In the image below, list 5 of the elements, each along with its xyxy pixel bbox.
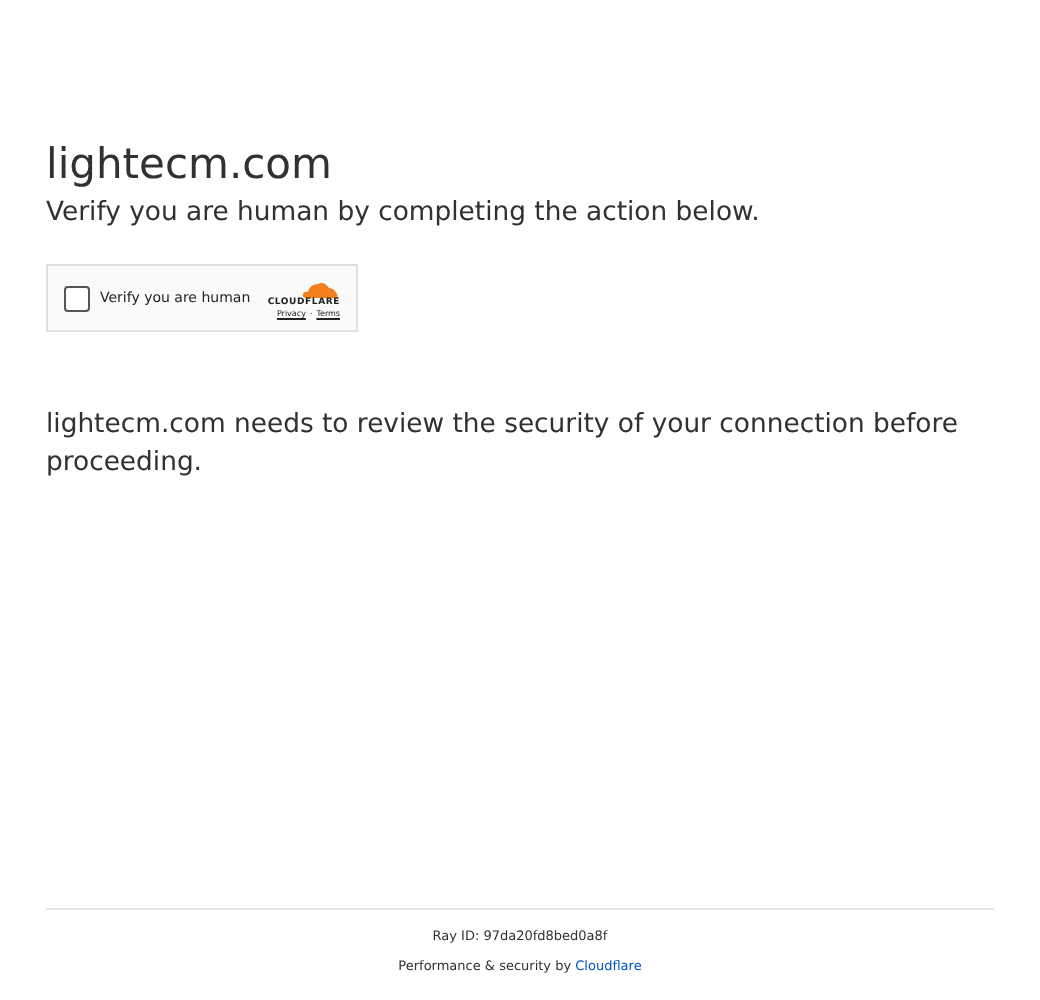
site-title: lightecm.com (46, 140, 334, 190)
security-message: lightecm.com needs to review the security of your connection before proceeding. (46, 408, 960, 482)
checkbox[interactable] (64, 285, 90, 311)
instruction-text: Verify you are human by completing the action below. (46, 196, 762, 232)
cloud-icon (300, 279, 340, 297)
